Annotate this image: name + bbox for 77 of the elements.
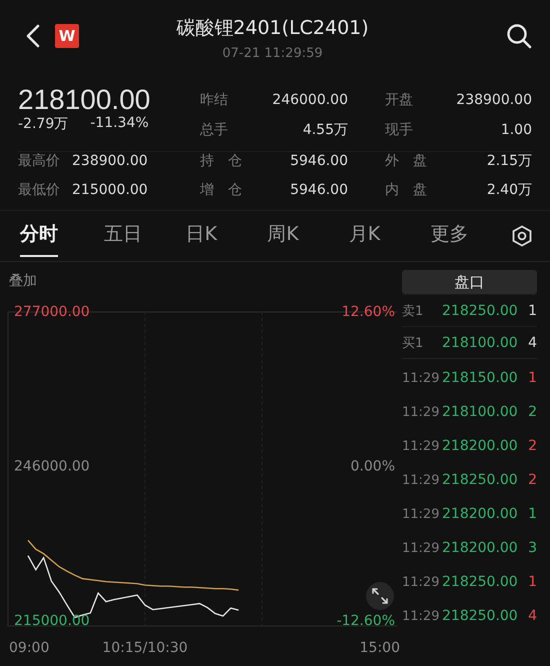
axis-label: 277000.00 bbox=[14, 304, 90, 320]
time-label: 10:15/10:30 bbox=[102, 640, 188, 656]
stat-label: 开盘 bbox=[385, 91, 413, 109]
percent-label: -12.60% bbox=[336, 612, 395, 629]
percent-change: -11.34% bbox=[90, 115, 149, 133]
chart-tab[interactable]: 五日 bbox=[104, 215, 186, 257]
axis-label: 215000.00 bbox=[14, 612, 90, 629]
settings-icon[interactable] bbox=[512, 225, 532, 247]
price-change: -2.79万 bbox=[18, 115, 68, 133]
trade-time: 11:29 bbox=[402, 370, 440, 386]
chart-tab[interactable]: 日K bbox=[186, 215, 268, 257]
quote-price: 218250.00 bbox=[442, 302, 519, 318]
time-label: 09:00 bbox=[9, 640, 50, 656]
back-icon[interactable] bbox=[26, 24, 40, 48]
stat-value: 1.00 bbox=[500, 122, 532, 138]
trade-time: 11:29 bbox=[402, 472, 440, 488]
stat-label: 持 仓 bbox=[200, 152, 242, 170]
last-price: 218100.00 bbox=[18, 84, 152, 116]
trade-price: 218200.00 bbox=[442, 540, 519, 556]
trade-price: 218200.00 bbox=[442, 438, 519, 454]
stat-value: 5946.00 bbox=[290, 182, 348, 198]
chart-tab[interactable]: 分时 bbox=[20, 215, 58, 257]
quote-volume: 1 bbox=[527, 302, 537, 318]
stat-label: 昨结 bbox=[200, 91, 228, 109]
app-logo: W bbox=[55, 24, 79, 48]
trade-time: 11:29 bbox=[402, 506, 440, 522]
chart-tab[interactable]: 月K bbox=[348, 215, 430, 257]
trade-volume: 2 bbox=[527, 438, 537, 454]
stat-label: 增 仓 bbox=[200, 181, 242, 199]
trade-time: 11:29 bbox=[402, 438, 440, 454]
trade-price: 218150.00 bbox=[442, 370, 519, 386]
stat-value: 238900.00 bbox=[72, 152, 148, 168]
stat-label: 现手 bbox=[385, 121, 413, 139]
chart-tab[interactable]: 周K bbox=[267, 215, 349, 257]
chart-tab[interactable]: 更多 bbox=[430, 215, 512, 257]
trade-time: 11:29 bbox=[402, 574, 440, 590]
stat-label: 外 盘 bbox=[385, 152, 427, 170]
stat-value: 215000.00 bbox=[72, 182, 148, 198]
quote-price: 218100.00 bbox=[442, 334, 519, 350]
stat-value: 2.15万 bbox=[486, 152, 532, 170]
trade-time: 11:29 bbox=[402, 404, 440, 420]
trade-volume: 2 bbox=[527, 472, 537, 488]
stat-value: 238900.00 bbox=[456, 92, 532, 108]
level-label: 卖1 bbox=[402, 302, 424, 320]
contract-title: 碳酸锂2401(LC2401) bbox=[176, 16, 369, 40]
trade-price: 218250.00 bbox=[442, 574, 519, 590]
trade-volume: 1 bbox=[527, 370, 537, 386]
order-book-button[interactable]: 盘口 bbox=[402, 270, 537, 294]
trade-price: 218100.00 bbox=[442, 404, 519, 420]
level-label: 买1 bbox=[402, 334, 424, 352]
trade-price: 218250.00 bbox=[442, 608, 519, 624]
trade-volume: 1 bbox=[527, 506, 537, 522]
overlay-label[interactable]: 叠加 bbox=[9, 272, 37, 290]
trade-volume: 4 bbox=[527, 608, 537, 624]
trade-volume: 3 bbox=[527, 540, 537, 556]
stat-label: 最高价 bbox=[18, 152, 60, 170]
stat-value: 5946.00 bbox=[290, 152, 348, 168]
search-icon[interactable] bbox=[506, 22, 532, 48]
percent-label: 0.00% bbox=[350, 458, 395, 474]
trade-price: 218250.00 bbox=[442, 472, 519, 488]
time-label: 15:00 bbox=[360, 640, 400, 656]
stat-label: 最低价 bbox=[18, 181, 60, 199]
trade-price: 218200.00 bbox=[442, 506, 519, 522]
stat-label: 总手 bbox=[200, 121, 228, 139]
trade-time: 11:29 bbox=[402, 540, 440, 556]
trade-volume: 2 bbox=[527, 404, 537, 420]
axis-label: 246000.00 bbox=[14, 458, 90, 474]
stat-value: 246000.00 bbox=[272, 92, 348, 108]
trade-volume: 1 bbox=[527, 574, 537, 590]
timestamp: 07-21 11:29:59 bbox=[222, 46, 323, 60]
stat-value: 4.55万 bbox=[302, 121, 348, 139]
stat-label: 内 盘 bbox=[385, 181, 427, 199]
expand-icon[interactable] bbox=[366, 582, 394, 610]
percent-label: 12.60% bbox=[342, 304, 395, 320]
quote-volume: 4 bbox=[527, 334, 537, 350]
trade-time: 11:29 bbox=[402, 608, 440, 624]
stat-value: 2.40万 bbox=[486, 181, 532, 199]
